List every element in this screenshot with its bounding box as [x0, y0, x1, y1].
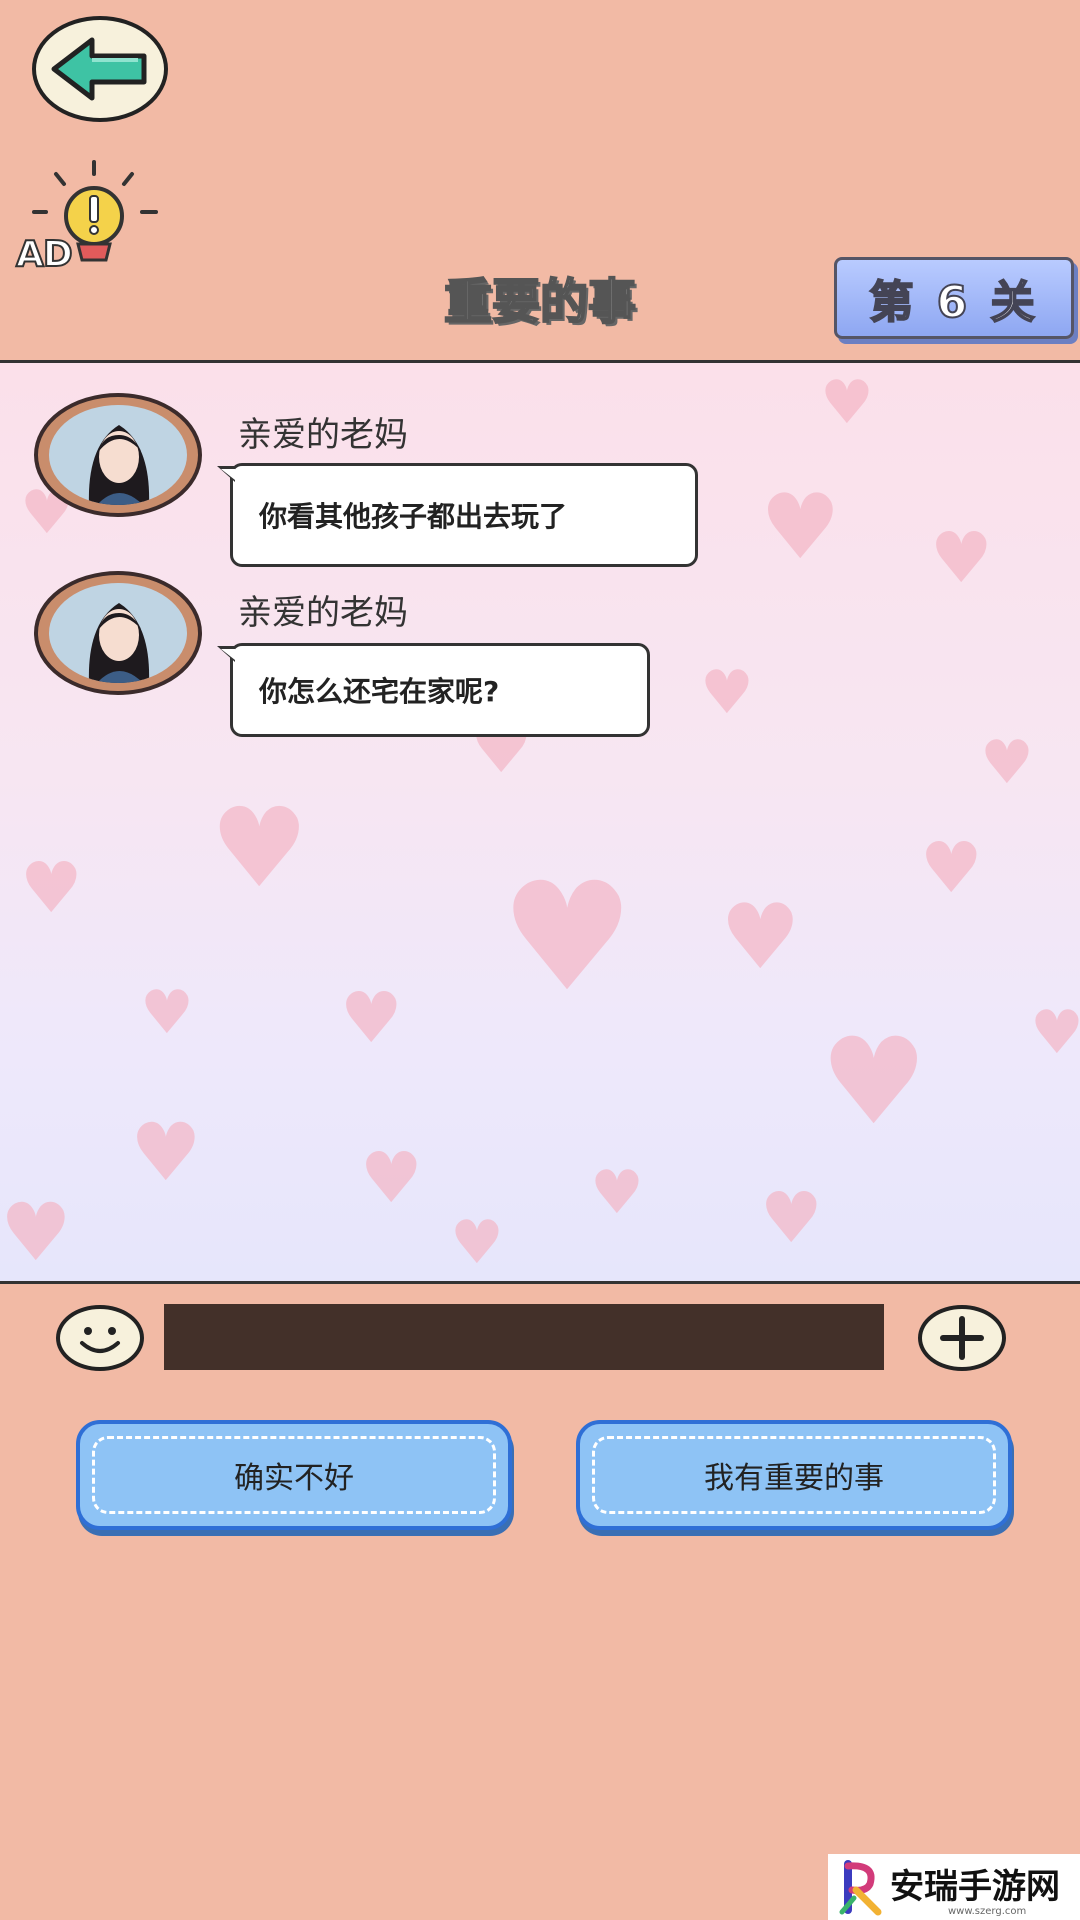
level-badge: 第 6 关 [834, 257, 1074, 339]
choice-label: 我有重要的事 [704, 1461, 884, 1496]
message-bubble: 你看其他孩子都出去玩了 [217, 463, 698, 567]
heart-decoration: ♥ [500, 851, 635, 1025]
watermark-text: 安瑞手游网 [890, 1867, 1060, 1907]
watermark-url: www.szerg.com [948, 1906, 1027, 1917]
message-text: 你怎么还宅在家呢? [259, 675, 500, 708]
choice-button-2[interactable]: 我有重要的事 [576, 1420, 1012, 1530]
heart-decoration: ♥ [210, 784, 309, 912]
chat-area[interactable]: ♥ ♥ ♥ ♥ ♥ ♥ ♥ ♥ ♥ ♥ ♥ ♥ ♥ ♥ ♥ ♥ ♥ ♥ ♥ ♥ … [0, 360, 1080, 1284]
watermark-logo [834, 1858, 888, 1916]
sender-name: 亲爱的老妈 [238, 593, 408, 633]
avatar[interactable] [34, 571, 202, 695]
sender-name: 亲爱的老妈 [238, 415, 408, 455]
heart-decoration: ♥ [760, 1177, 823, 1259]
heart-decoration: ♥ [340, 977, 403, 1059]
message-bubble: 你怎么还宅在家呢? [217, 643, 650, 737]
heart-decoration: ♥ [0, 1186, 72, 1279]
back-button[interactable] [32, 16, 168, 122]
heart-decoration: ♥ [980, 728, 1034, 798]
plus-icon [940, 1316, 984, 1360]
heart-decoration: ♥ [450, 1208, 504, 1278]
heart-decoration: ♥ [820, 1013, 928, 1152]
message-text: 你看其他孩子都出去玩了 [259, 500, 568, 533]
avatar-portrait [49, 405, 187, 505]
heart-decoration: ♥ [20, 847, 83, 929]
emoji-button[interactable] [56, 1305, 144, 1371]
heart-decoration: ♥ [1030, 998, 1080, 1068]
heart-decoration: ♥ [700, 658, 754, 728]
heart-decoration: ♥ [360, 1137, 423, 1219]
choice-label: 确实不好 [234, 1461, 354, 1496]
heart-decoration: ♥ [720, 885, 801, 990]
arrow-left-icon [51, 37, 147, 101]
heart-decoration: ♥ [920, 827, 983, 909]
choice-button-1[interactable]: 确实不好 [76, 1420, 512, 1530]
heart-decoration: ♥ [130, 1106, 202, 1199]
message-input[interactable] [164, 1304, 884, 1370]
watermark: 安瑞手游网 www.szerg.com [828, 1854, 1080, 1920]
bubble-tail [217, 466, 235, 482]
heart-decoration: ♥ [930, 517, 993, 599]
avatar[interactable] [34, 393, 202, 517]
avatar-portrait [49, 583, 187, 683]
heart-decoration: ♥ [820, 368, 874, 438]
heart-decoration: ♥ [140, 978, 194, 1048]
smiley-icon [80, 1327, 120, 1353]
bubble-tail [217, 646, 235, 662]
heart-decoration: ♥ [590, 1158, 644, 1228]
add-button[interactable] [918, 1305, 1006, 1371]
heart-decoration: ♥ [760, 475, 841, 580]
